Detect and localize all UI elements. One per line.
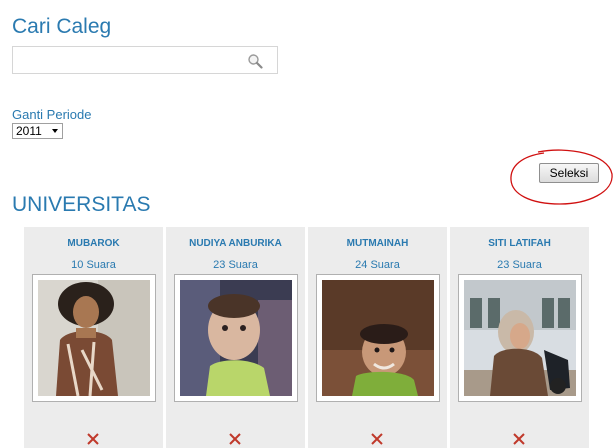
candidate-votes: 10 Suara — [71, 259, 116, 271]
candidate-card: SITI LATIFAH 23 Suara — [450, 227, 589, 448]
candidate-name[interactable]: NUDIYA ANBURIKA — [166, 238, 305, 249]
candidate-card: MUBAROK 10 Suara — [24, 227, 163, 448]
candidate-grid: MUBAROK 10 Suara NUDIYA ANBURIKA 23 Suar… — [24, 227, 591, 448]
period-select[interactable]: 2011 — [12, 123, 63, 139]
candidate-card: MUTMAINAH 24 Suara — [308, 227, 447, 448]
period-selected-value: 2011 — [16, 124, 42, 138]
candidate-votes: 24 Suara — [355, 259, 400, 271]
candidate-card: NUDIYA ANBURIKA 23 Suara — [166, 227, 305, 448]
candidate-photo — [322, 280, 434, 396]
close-icon[interactable] — [86, 432, 100, 446]
candidate-photo — [38, 280, 150, 396]
chevron-down-icon — [52, 129, 58, 133]
page-title: Cari Caleg — [12, 15, 112, 38]
candidate-name[interactable]: SITI LATIFAH — [450, 238, 589, 249]
seleksi-button[interactable]: Seleksi — [539, 163, 599, 183]
candidate-votes: 23 Suara — [497, 259, 542, 271]
candidate-photo — [464, 280, 576, 396]
candidate-photo-frame[interactable] — [32, 274, 156, 402]
candidate-photo — [180, 280, 292, 396]
candidate-votes: 23 Suara — [213, 259, 258, 271]
search-input[interactable] — [17, 50, 241, 72]
search-box[interactable] — [12, 46, 278, 74]
period-label[interactable]: Ganti Periode — [12, 107, 92, 122]
candidate-name[interactable]: MUBAROK — [24, 238, 163, 249]
page: Cari Caleg Ganti Periode 2011 Seleksi UN… — [0, 0, 616, 448]
close-icon[interactable] — [370, 432, 384, 446]
candidate-photo-frame[interactable] — [316, 274, 440, 402]
candidate-photo-frame[interactable] — [174, 274, 298, 402]
search-icon[interactable] — [247, 53, 263, 69]
close-icon[interactable] — [512, 432, 526, 446]
candidate-photo-frame[interactable] — [458, 274, 582, 402]
candidate-name[interactable]: MUTMAINAH — [308, 238, 447, 249]
close-icon[interactable] — [228, 432, 242, 446]
section-heading: UNIVERSITAS — [12, 193, 151, 216]
